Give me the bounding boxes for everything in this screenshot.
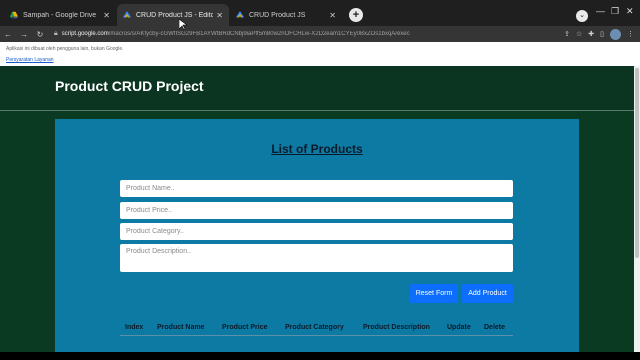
header-divider [0,110,634,111]
apps-script-icon [236,11,244,18]
column-header: Index [125,323,144,331]
minimize-icon[interactable]: — [596,6,605,16]
terms-link[interactable]: Persyaratan Layanan [6,57,54,63]
product-panel: List of Products Reset Form Add Product … [55,119,579,352]
tab-crud-product[interactable]: CRUD Product JS ✕ [230,4,342,26]
script-notice-bar: Aplikasi ini dibuat oleh pengguna lain, … [0,42,640,66]
column-header: Delete [484,323,506,331]
scrollbar-thumb[interactable] [635,68,639,258]
restore-icon[interactable]: ❐ [611,6,619,17]
add-product-button[interactable]: Add Product [462,284,513,303]
profile-avatar[interactable] [610,28,621,40]
address-bar[interactable]: 🔒︎ script.google.com /macros/s/AKfycby-c… [54,28,564,41]
close-icon[interactable]: ✕ [103,11,110,20]
table-header-divider [120,335,513,336]
product-price-input[interactable] [120,202,513,219]
product-description-input[interactable] [120,244,513,272]
products-table-header: Index Product Name Product Price Product… [120,320,513,334]
url-host: script.google.com [61,31,109,37]
browser-tab-strip: Sampah - Google Drive ✕ CRUD Product JS … [0,0,640,26]
column-header: Product Name [157,323,205,331]
lock-icon[interactable]: 🔒︎ [54,30,58,38]
product-name-input[interactable] [120,180,513,197]
tab-title: CRUD Product JS - Editor Project [136,11,214,19]
column-header: Product Category [285,323,344,331]
tab-search-chevron-icon[interactable]: ⌄ [576,10,588,22]
mouse-cursor-icon [179,19,187,31]
extensions-icon[interactable]: ✚ [588,30,594,38]
reset-form-button[interactable]: Reset Form [410,284,458,303]
tab-title: Sampah - Google Drive [23,11,97,19]
page-scrollbar[interactable] [634,66,640,352]
share-icon[interactable]: ⇪ [564,30,570,38]
app-header: Product CRUD Project [0,66,634,110]
google-drive-icon [10,11,18,19]
product-category-input[interactable] [120,223,513,240]
column-header: Product Description [363,323,430,331]
bottom-edge [0,352,640,360]
list-title: List of Products [271,142,363,156]
column-header: Update [447,323,471,331]
browser-toolbar: ← → ↻ 🔒︎ script.google.com /macros/s/AKf… [0,26,640,42]
tab-google-drive[interactable]: Sampah - Google Drive ✕ [4,4,116,26]
back-icon[interactable]: ← [0,30,16,39]
page-title: Product CRUD Project [55,78,204,94]
sidebar-icon[interactable]: ▯ [600,30,604,38]
notice-text: Aplikasi ini dibuat oleh pengguna lain, … [6,46,124,52]
close-icon[interactable]: ✕ [329,11,336,20]
close-window-icon[interactable]: ✕ [626,6,634,17]
tab-title: CRUD Product JS [249,11,306,19]
new-tab-button[interactable]: + [349,8,363,22]
star-icon[interactable]: ☆ [576,30,582,38]
reload-icon[interactable]: ↻ [32,30,48,39]
tab-editor-project[interactable]: CRUD Product JS - Editor Project ✕ [117,4,229,26]
menu-icon[interactable]: ⋮ [627,30,634,38]
column-header: Product Price [222,323,268,331]
url-path: /macros/s/AKfycby-cGWfISG29FB1AYWtBRdCNb… [108,31,410,37]
forward-icon[interactable]: → [16,30,32,39]
app-page: Product CRUD Project List of Products Re… [0,66,634,352]
apps-script-icon [123,11,131,18]
close-icon[interactable]: ✕ [216,11,223,20]
